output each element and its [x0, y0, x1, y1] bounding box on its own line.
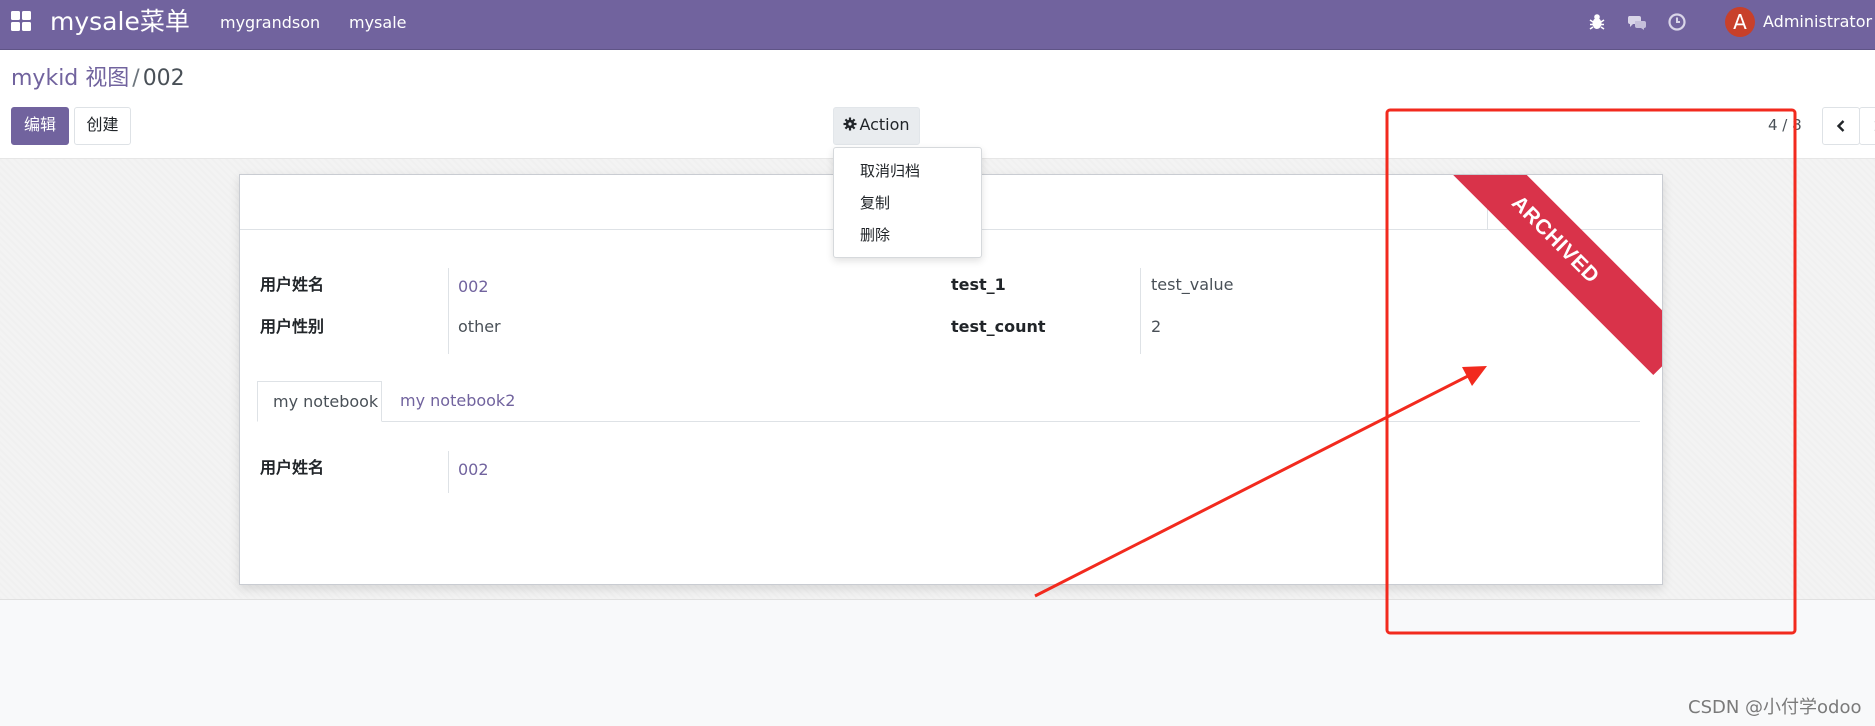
- annotation-overlay: [1034, 108, 1797, 635]
- highlight-box: [1385, 108, 1797, 635]
- annotation-arrow-line: [1034, 373, 1471, 598]
- watermark: CSDN @小付学odoo: [1688, 697, 1862, 718]
